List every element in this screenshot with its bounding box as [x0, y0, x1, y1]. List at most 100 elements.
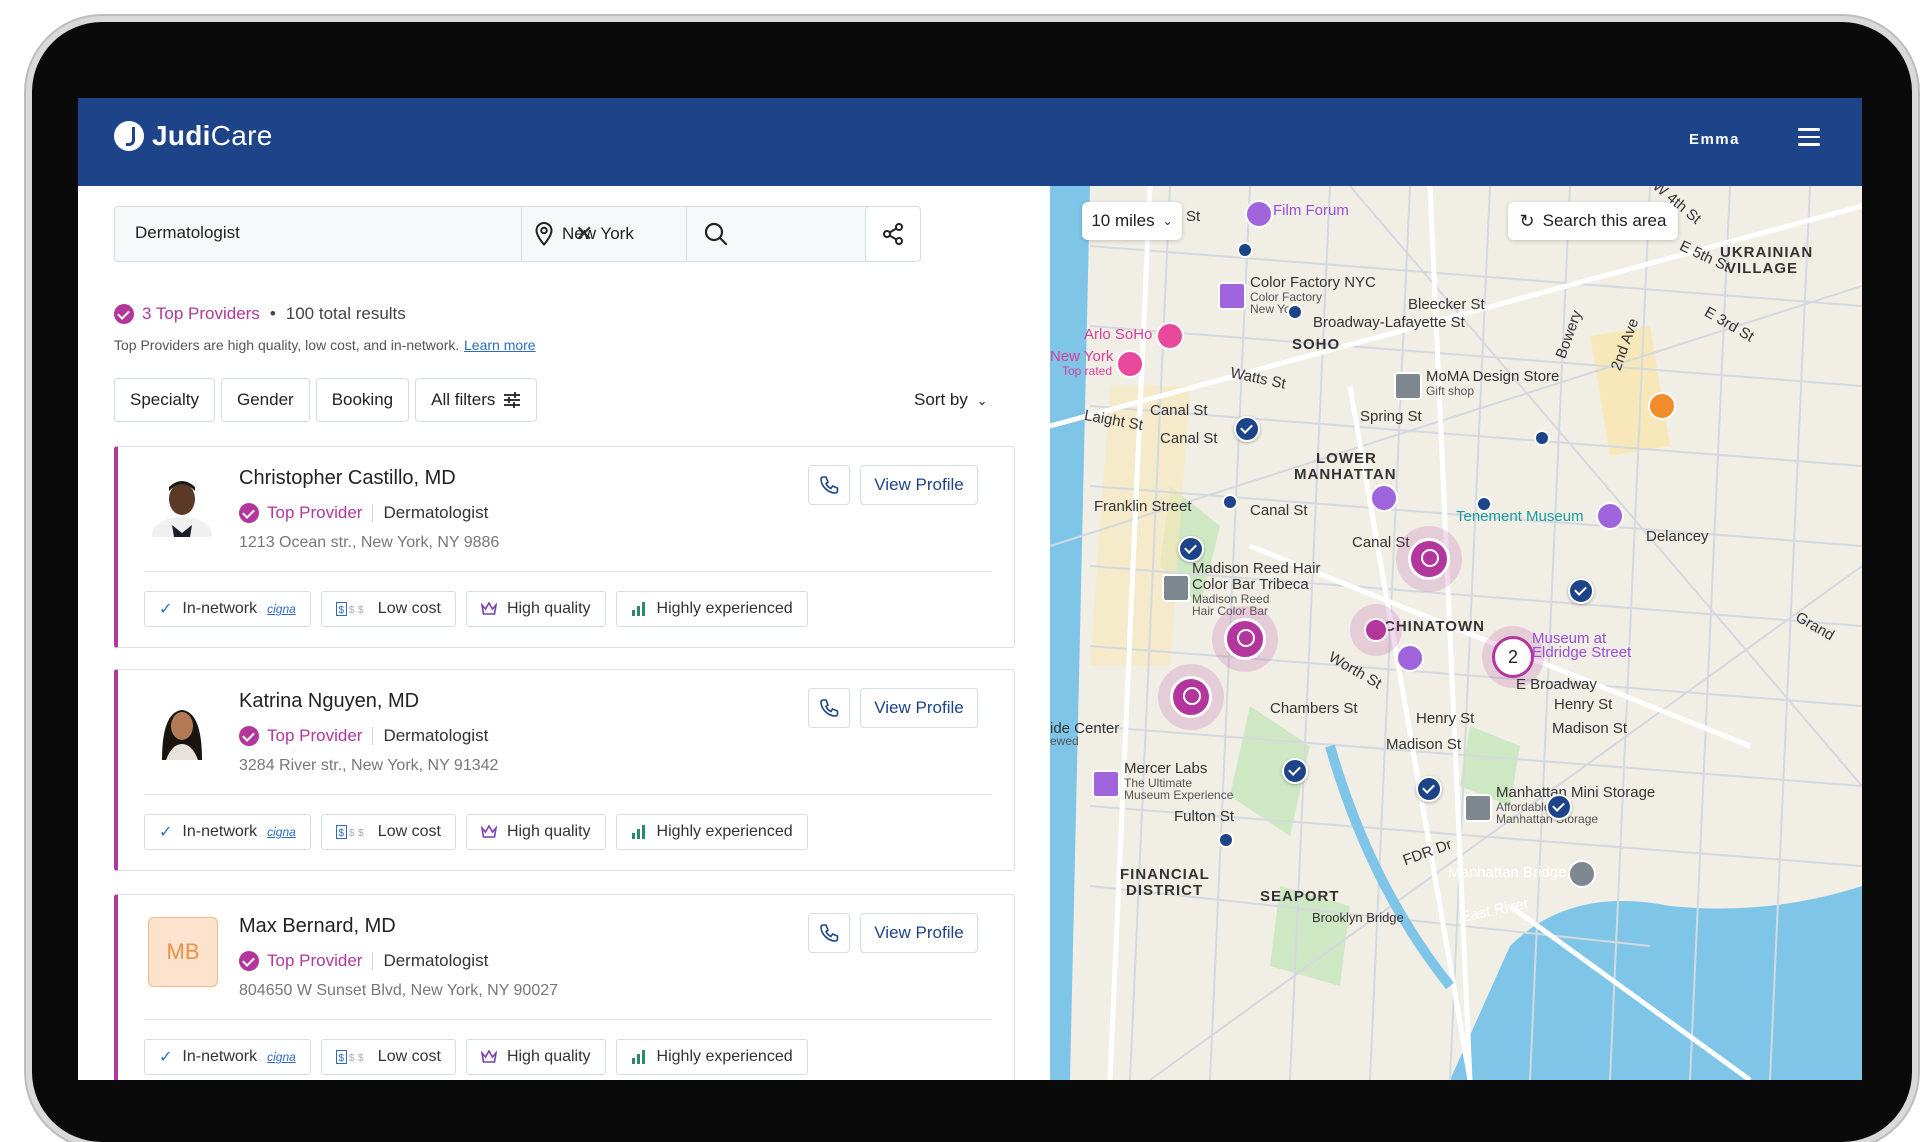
results-panel: Dermatologist ✕ New York 3 Top Providers…: [78, 186, 1050, 1080]
share-button[interactable]: [865, 206, 921, 262]
map-label: Brooklyn Bridge: [1312, 910, 1404, 925]
high-quality-label: High quality: [506, 600, 591, 617]
experienced-label: Highly experienced: [656, 1048, 793, 1065]
shop-pin-icon[interactable]: [1162, 574, 1190, 602]
filter-booking[interactable]: Booking: [315, 378, 410, 422]
crown-icon: [480, 1050, 497, 1064]
cluster-marker[interactable]: 2: [1492, 636, 1534, 678]
high-quality-label: High quality: [506, 1048, 591, 1065]
check-icon: ✓: [159, 824, 173, 841]
user-name[interactable]: Emma: [1689, 131, 1740, 148]
museum-pin-icon[interactable]: [1218, 282, 1246, 310]
svg-text:$: $: [358, 605, 364, 616]
filter-all[interactable]: All filters: [415, 378, 538, 422]
separator: [372, 504, 374, 522]
map-marker[interactable]: [1237, 242, 1253, 258]
provider-map-pin[interactable]: [1234, 416, 1260, 442]
provider-map-pin[interactable]: [1178, 536, 1204, 562]
filter-gender[interactable]: Gender: [220, 378, 310, 422]
hotel-pin-icon[interactable]: [1156, 322, 1184, 350]
learn-more-link[interactable]: Learn more: [464, 337, 536, 353]
map-marker[interactable]: [1534, 430, 1550, 446]
call-button[interactable]: [808, 688, 850, 728]
provider-card[interactable]: Katrina Nguyen, MD Top Provider Dermatol…: [114, 669, 1015, 871]
location-input[interactable]: New York: [562, 224, 634, 244]
top-provider-map-pin[interactable]: [1224, 618, 1266, 660]
separator: [372, 727, 374, 745]
map-label: Henry St: [1416, 710, 1475, 727]
provider-card[interactable]: MB Max Bernard, MD Top Provider Dermatol…: [114, 894, 1015, 1080]
view-profile-button[interactable]: View Profile: [860, 688, 978, 728]
museum-pin-icon[interactable]: [1596, 502, 1624, 530]
provider-specialty: Dermatologist: [383, 726, 489, 745]
bar-chart-icon: [631, 825, 647, 839]
map-marker[interactable]: [1287, 304, 1303, 320]
dollar-icon: $ $ $: [335, 1050, 368, 1064]
phone-icon: [820, 476, 839, 494]
high-quality-label: High quality: [506, 823, 591, 840]
provider-address: 804650 W Sunset Blvd, New York, NY 90027: [239, 982, 559, 999]
top-provider-badge-icon: [114, 304, 134, 324]
top-provider-label: Top Provider: [267, 503, 363, 522]
top-provider-map-pin[interactable]: [1408, 538, 1450, 580]
search-query-input[interactable]: Dermatologist: [135, 223, 240, 243]
provider-meta: Top Provider Dermatologist: [239, 726, 488, 746]
view-profile-button[interactable]: View Profile: [860, 465, 978, 505]
svg-text:$: $: [338, 605, 344, 616]
search-icon[interactable]: [701, 219, 731, 249]
map-panel[interactable]: 10 miles ⌄ ↻ Search this area St Film Foru…: [1050, 186, 1862, 1080]
museum-pin-icon[interactable]: [1092, 770, 1120, 798]
museum-pin-icon[interactable]: [1245, 200, 1273, 228]
map-marker[interactable]: [1222, 494, 1238, 510]
refresh-icon: ↻: [1519, 210, 1535, 231]
svg-text:$: $: [338, 828, 344, 839]
provider-name[interactable]: Katrina Nguyen, MD: [239, 690, 419, 713]
low-cost-label: Low cost: [377, 600, 441, 617]
app-logo[interactable]: JudiCare: [114, 120, 273, 152]
map-label: New Yo: [1250, 302, 1291, 316]
search-this-area-button[interactable]: ↻ Search this area: [1508, 202, 1678, 240]
phone-icon: [820, 924, 839, 942]
filter-specialty[interactable]: Specialty: [114, 378, 215, 422]
top-provider-map-pin[interactable]: [1170, 676, 1212, 718]
bullet: •: [269, 304, 276, 323]
map-label: Eldridge Street: [1532, 644, 1632, 661]
map-marker[interactable]: [1364, 618, 1388, 642]
hotel-pin-icon[interactable]: [1116, 350, 1144, 378]
provider-name[interactable]: Christopher Castillo, MD: [239, 467, 456, 490]
provider-card[interactable]: Christopher Castillo, MD Top Provider De…: [114, 446, 1015, 648]
view-profile-button[interactable]: View Profile: [860, 913, 978, 953]
map-label: VILLAGE: [1726, 260, 1799, 277]
map-label: Mercer Labs: [1124, 760, 1208, 777]
map-label: Manhattan Storage: [1496, 812, 1599, 826]
map-label: SOHO: [1292, 336, 1341, 353]
map-label: LOWER: [1316, 450, 1377, 467]
sort-dropdown[interactable]: Sort by ⌄: [914, 390, 988, 410]
map-marker[interactable]: [1218, 832, 1234, 848]
hamburger-menu-icon[interactable]: [1798, 128, 1820, 146]
map-label: New York: [1050, 348, 1114, 365]
shop-pin-icon[interactable]: [1394, 372, 1422, 400]
high-quality-tag: High quality: [465, 1039, 606, 1075]
call-button[interactable]: [808, 465, 850, 505]
sort-label: Sort by: [914, 390, 968, 409]
search-area-label: Search this area: [1542, 211, 1667, 230]
map-label: St: [1186, 208, 1201, 225]
call-button[interactable]: [808, 913, 850, 953]
svg-text:$: $: [349, 605, 355, 616]
map-label: MoMA Design Store: [1426, 368, 1560, 385]
provider-name[interactable]: Max Bernard, MD: [239, 915, 396, 938]
provider-address: 1213 Ocean str., New York, NY 9886: [239, 534, 500, 551]
radius-dropdown[interactable]: 10 miles ⌄: [1082, 202, 1182, 240]
provider-map-pin[interactable]: [1416, 776, 1442, 802]
museum-pin-icon[interactable]: [1370, 484, 1398, 512]
provider-map-pin[interactable]: [1282, 758, 1308, 784]
shop-pin-icon[interactable]: [1464, 794, 1492, 822]
bridge-pin-icon[interactable]: [1568, 860, 1596, 888]
provider-map-pin[interactable]: [1568, 578, 1594, 604]
map-label: Color Bar Tribeca: [1192, 576, 1309, 593]
museum-pin-icon[interactable]: [1396, 644, 1424, 672]
provider-map-pin[interactable]: [1546, 794, 1572, 820]
restaurant-pin-icon[interactable]: [1648, 392, 1676, 420]
provider-specialty: Dermatologist: [383, 503, 489, 522]
